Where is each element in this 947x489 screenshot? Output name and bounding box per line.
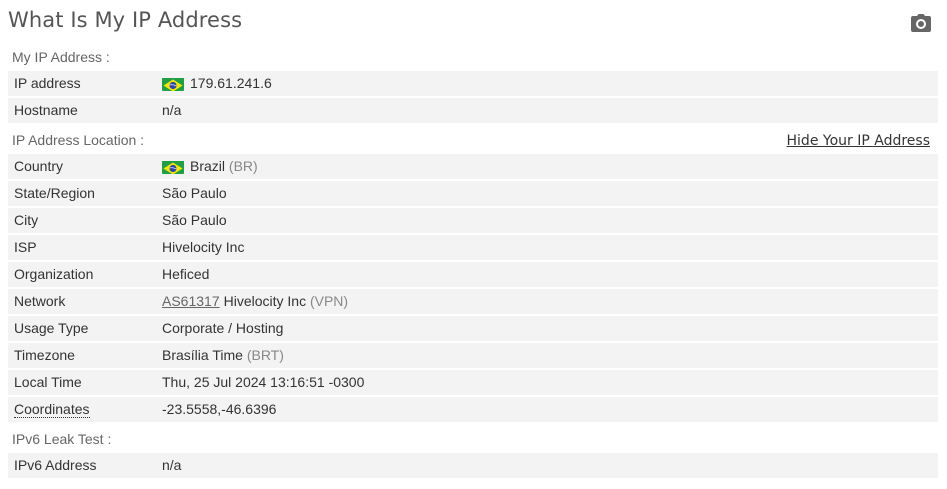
state-label: State/Region [8, 181, 160, 206]
timezone-value: Brasília Time [162, 347, 243, 363]
table-row: Country Brazil (BR) [8, 154, 938, 179]
hostname-value: n/a [162, 102, 182, 118]
table-row: Organization Heficed [8, 262, 938, 287]
city-value: São Paulo [162, 212, 227, 228]
organization-value: Heficed [162, 266, 210, 282]
ip-address-label: IP address [8, 71, 160, 96]
table-row: Coordinates -23.5558,-46.6396 [8, 397, 938, 422]
ipv6-address-label: IPv6 Address [8, 453, 160, 478]
ip-address-value: 179.61.241.6 [190, 75, 272, 91]
brazil-flag-icon [162, 76, 184, 91]
page-title: What Is My IP Address [8, 8, 243, 32]
country-code: (BR) [228, 158, 258, 174]
state-value: São Paulo [162, 185, 227, 201]
isp-label: ISP [8, 235, 160, 260]
asn-link[interactable]: AS61317 [162, 289, 220, 314]
hide-ip-link[interactable]: Hide Your IP Address [787, 128, 930, 154]
country-value: Brazil [190, 158, 226, 174]
country-label: Country [8, 154, 160, 179]
section-label-location: IP Address Location : [12, 132, 145, 148]
section-label-ipv6: IPv6 Leak Test : [12, 431, 112, 447]
isp-value: Hivelocity Inc [162, 239, 245, 255]
table-row: Network AS61317 Hivelocity Inc (VPN) [8, 289, 938, 314]
local-time-value: Thu, 25 Jul 2024 13:16:51 -0300 [162, 374, 365, 390]
camera-icon[interactable] [910, 13, 932, 33]
coordinates-value: -23.5558,-46.6396 [162, 401, 277, 417]
organization-label: Organization [8, 262, 160, 287]
timezone-code: (BRT) [246, 347, 284, 363]
table-row: IP address 179.61.241.6 [8, 71, 938, 96]
ipv6-address-value: n/a [162, 457, 182, 473]
network-tag: (VPN) [309, 293, 349, 309]
brazil-flag-icon [162, 159, 184, 174]
section-label-my-ip: My IP Address : [12, 49, 110, 65]
table-row: Local Time Thu, 25 Jul 2024 13:16:51 -03… [8, 370, 938, 395]
coordinates-label[interactable]: Coordinates [14, 401, 90, 418]
local-time-label: Local Time [8, 370, 160, 395]
usage-type-label: Usage Type [8, 316, 160, 341]
table-row: IPv6 Address n/a [8, 453, 938, 478]
usage-type-value: Corporate / Hosting [162, 320, 284, 336]
network-name: Hivelocity Inc [223, 293, 307, 309]
table-row: Timezone Brasília Time (BRT) [8, 343, 938, 368]
city-label: City [8, 208, 160, 233]
table-row: ISP Hivelocity Inc [8, 235, 938, 260]
table-row: State/Region São Paulo [8, 181, 938, 206]
table-row: City São Paulo [8, 208, 938, 233]
network-label: Network [8, 289, 160, 314]
timezone-label: Timezone [8, 343, 160, 368]
table-row: Hostname n/a [8, 98, 938, 123]
table-row: Usage Type Corporate / Hosting [8, 316, 938, 341]
hostname-label: Hostname [8, 98, 160, 123]
